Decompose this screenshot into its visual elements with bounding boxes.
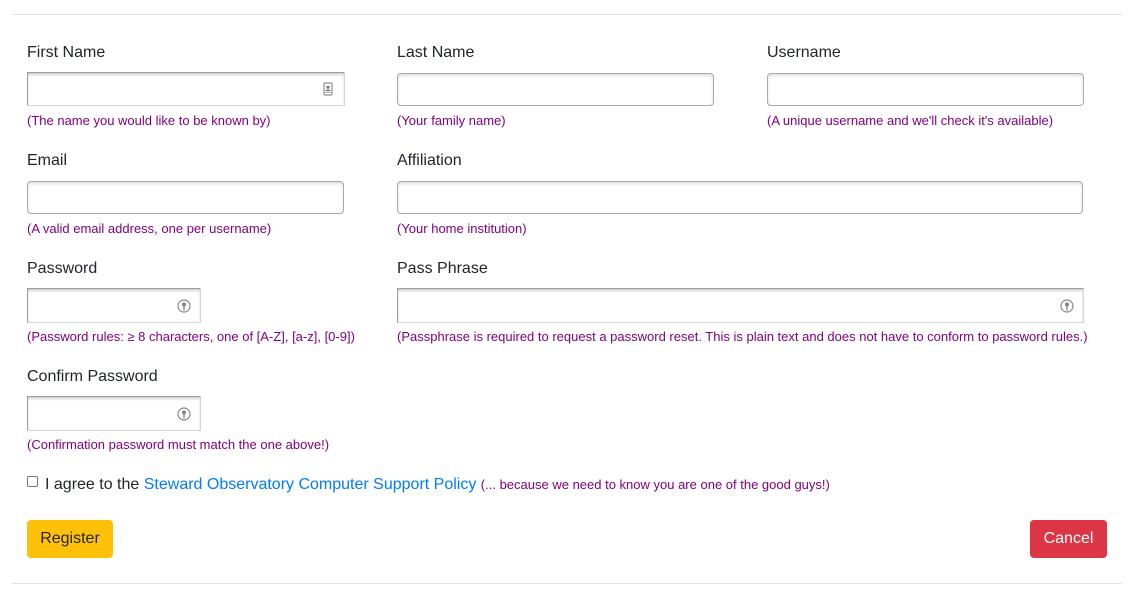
username-label: Username	[767, 44, 841, 61]
affiliation-group: Affiliation (Your home institution)	[397, 151, 1085, 241]
policy-agree-note: (... because we need to know you are one…	[480, 477, 830, 492]
username-group: Username (A unique username and we'll ch…	[767, 43, 1085, 133]
confirm-password-group: Confirm Password (Confirmation password …	[27, 367, 357, 457]
pass-phrase-label: Pass Phrase	[397, 260, 488, 277]
last-name-group: Last Name (Your family name)	[397, 43, 715, 133]
password-key-icon[interactable]	[1060, 298, 1074, 313]
contact-card-icon[interactable]	[321, 82, 335, 96]
password-input[interactable]	[27, 288, 201, 323]
password-key-icon[interactable]	[177, 406, 191, 421]
pass-phrase-hint: (Passphrase is required to request a pas…	[397, 329, 1088, 344]
register-button[interactable]: Register	[27, 520, 113, 558]
confirm-password-label: Confirm Password	[27, 368, 158, 385]
password-key-icon[interactable]	[177, 298, 191, 313]
last-name-input[interactable]	[397, 73, 714, 106]
last-name-label: Last Name	[397, 44, 475, 61]
pass-phrase-group: Pass Phrase (Passphrase is required to r…	[397, 259, 1088, 349]
top-divider	[12, 14, 1122, 15]
password-hint: (Password rules: ≥ 8 characters, one of …	[27, 329, 355, 344]
first-name-input[interactable]	[27, 72, 345, 106]
first-name-group: First Name (The name you would like to b…	[27, 43, 345, 133]
confirm-password-hint: (Confirmation password must match the on…	[27, 437, 330, 452]
affiliation-input[interactable]	[397, 181, 1083, 214]
policy-agreement-text: I agree to the Steward Observatory Compu…	[45, 474, 830, 496]
email-label: Email	[27, 152, 68, 169]
bottom-divider	[12, 583, 1122, 584]
password-label: Password	[27, 260, 98, 277]
policy-agree-checkbox[interactable]	[27, 476, 38, 487]
pass-phrase-input[interactable]	[397, 288, 1084, 323]
first-name-hint: (The name you would like to be known by)	[27, 113, 271, 128]
email-input[interactable]	[27, 181, 344, 214]
cancel-button[interactable]: Cancel	[1030, 520, 1107, 558]
last-name-hint: (Your family name)	[397, 113, 506, 128]
password-group: Password (Password rules: ≥ 8 characters…	[27, 259, 357, 349]
first-name-label: First Name	[27, 44, 106, 61]
username-input[interactable]	[767, 73, 1084, 106]
policy-link[interactable]: Steward Observatory Computer Support Pol…	[144, 476, 477, 493]
username-hint: (A unique username and we'll check it's …	[767, 113, 1054, 128]
confirm-password-input[interactable]	[27, 396, 201, 431]
policy-agree-prefix: I agree to the	[45, 476, 140, 493]
affiliation-label: Affiliation	[397, 152, 462, 169]
email-group: Email (A valid email address, one per us…	[27, 151, 345, 241]
email-hint: (A valid email address, one per username…	[27, 221, 272, 236]
affiliation-hint: (Your home institution)	[397, 221, 527, 236]
